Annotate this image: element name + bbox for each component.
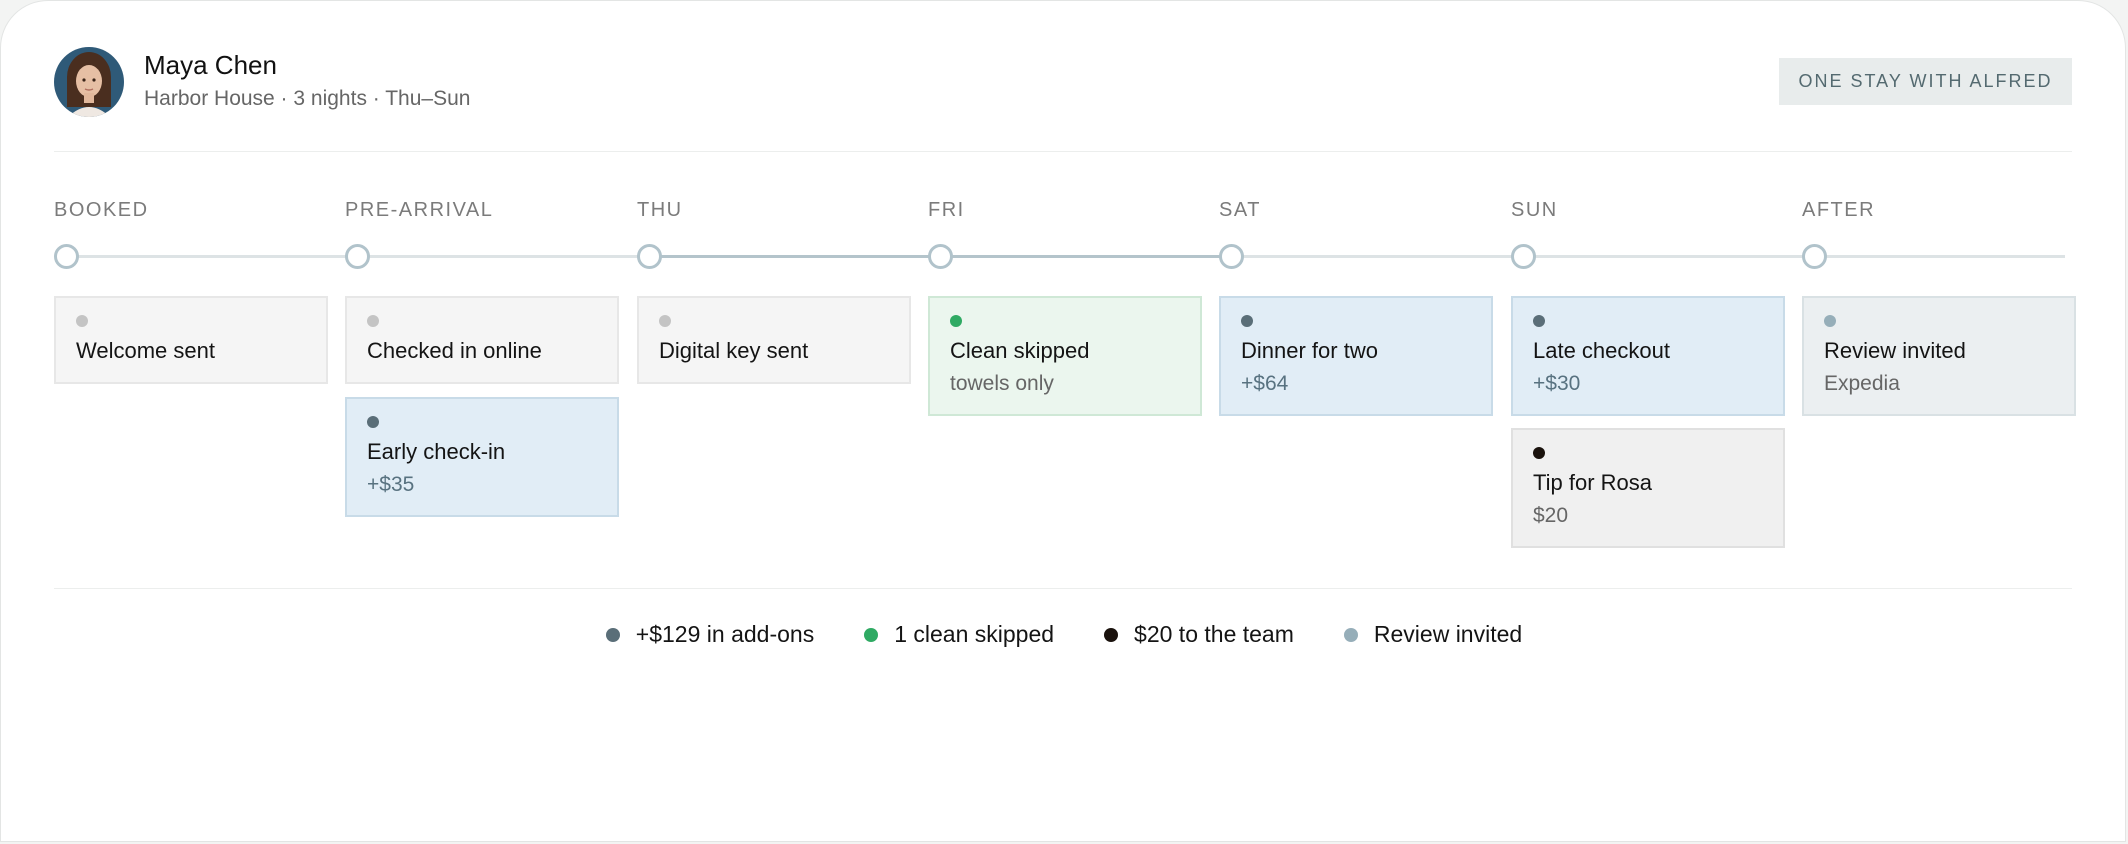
stage-label-sat: SAT bbox=[1219, 199, 1261, 221]
event-dot bbox=[1241, 315, 1253, 327]
event-amount: $20 bbox=[1533, 504, 1569, 527]
event-dot bbox=[659, 315, 671, 327]
stay-tag: ONE STAY WITH ALFRED bbox=[1779, 58, 2072, 105]
legend-text: 1 clean skipped bbox=[894, 621, 1055, 647]
event-card-dinner-for-two[interactable]: Dinner for two +$64 bbox=[1219, 296, 1493, 416]
stage-label-fri: FRI bbox=[928, 199, 965, 221]
event-dot bbox=[1533, 315, 1545, 327]
legend-item-clean: 1 clean skipped bbox=[864, 621, 1054, 648]
event-title: Checked in online bbox=[367, 338, 542, 363]
event-dot bbox=[1533, 447, 1545, 459]
legend-text: $20 to the team bbox=[1134, 621, 1294, 647]
stage-label-pre-arrival: PRE-ARRIVAL bbox=[345, 199, 494, 221]
legend-text: Review invited bbox=[1373, 621, 1523, 647]
event-card-early-check-in[interactable]: Early check-in +$35 bbox=[345, 397, 619, 517]
event-title: Late checkout bbox=[1533, 338, 1670, 363]
header-divider bbox=[54, 151, 2072, 152]
stage-node-sat bbox=[1219, 244, 1244, 269]
guest-name: Maya Chen bbox=[144, 50, 277, 80]
event-dot bbox=[367, 416, 379, 428]
event-note: towels only bbox=[950, 372, 1054, 395]
legend-dot bbox=[1343, 627, 1358, 642]
stage-node-thu bbox=[637, 244, 662, 269]
event-dot bbox=[950, 315, 962, 327]
event-title: Review invited bbox=[1824, 338, 1966, 363]
event-title: Clean skipped bbox=[950, 338, 1090, 363]
stage-label-thu: THU bbox=[637, 199, 683, 221]
event-card-welcome-sent[interactable]: Welcome sent bbox=[54, 296, 328, 384]
event-card-late-checkout[interactable]: Late checkout +$30 bbox=[1511, 296, 1785, 416]
legend-item-tips: $20 to the team bbox=[1104, 621, 1294, 648]
legend-item-review: Review invited bbox=[1343, 621, 1523, 648]
legend-dot bbox=[605, 627, 620, 642]
guest-avatar bbox=[54, 47, 124, 117]
stage-node-pre-arrival bbox=[345, 244, 370, 269]
event-title: Digital key sent bbox=[659, 338, 809, 363]
event-dot bbox=[76, 315, 88, 327]
event-title: Tip for Rosa bbox=[1533, 470, 1653, 495]
event-dot bbox=[367, 315, 379, 327]
stage-label-after: AFTER bbox=[1802, 199, 1876, 221]
event-card-digital-key-sent[interactable]: Digital key sent bbox=[637, 296, 911, 384]
stay-card: Maya Chen Harbor House · 3 nights · Thu–… bbox=[0, 0, 2126, 842]
legend-item-addons: +$129 in add-ons bbox=[605, 621, 815, 648]
event-amount: +$64 bbox=[1241, 372, 1289, 395]
stay-details: Harbor House · 3 nights · Thu–Sun bbox=[144, 87, 471, 110]
event-card-checked-in-online[interactable]: Checked in online bbox=[345, 296, 619, 384]
stage-node-booked bbox=[54, 244, 79, 269]
event-dot bbox=[1824, 315, 1836, 327]
stage-node-sun bbox=[1511, 244, 1536, 269]
stage-label-booked: BOOKED bbox=[54, 199, 149, 221]
event-note: Expedia bbox=[1824, 372, 1900, 395]
event-title: Dinner for two bbox=[1241, 338, 1378, 363]
event-amount: +$30 bbox=[1533, 372, 1581, 395]
legend-dot bbox=[864, 627, 879, 642]
stage-label-sun: SUN bbox=[1511, 199, 1558, 221]
event-title: Early check-in bbox=[367, 439, 506, 464]
event-card-clean-skipped[interactable]: Clean skipped towels only bbox=[928, 296, 1202, 416]
event-card-tip-for-rosa[interactable]: Tip for Rosa $20 bbox=[1511, 428, 1785, 548]
event-title: Welcome sent bbox=[76, 338, 215, 363]
avatar-portrait bbox=[54, 47, 124, 117]
legend-divider bbox=[54, 588, 2072, 589]
event-amount: +$35 bbox=[367, 473, 415, 496]
event-card-review-invited[interactable]: Review invited Expedia bbox=[1802, 296, 2076, 416]
stage-node-after bbox=[1802, 244, 1827, 269]
stage-node-fri bbox=[928, 244, 953, 269]
summary-legend: +$129 in add-ons 1 clean skipped $20 to … bbox=[1, 621, 2125, 648]
legend-dot bbox=[1104, 627, 1119, 642]
legend-text: +$129 in add-ons bbox=[635, 621, 815, 647]
